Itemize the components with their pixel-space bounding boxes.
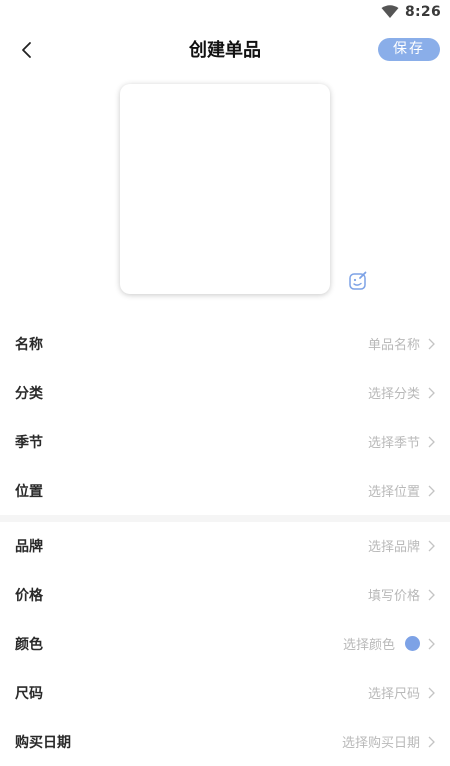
price-label: 价格	[15, 587, 43, 604]
chevron-right-icon	[428, 589, 435, 600]
season-label: 季节	[15, 434, 43, 451]
purchase-date-label: 购买日期	[15, 734, 71, 751]
chevron-right-icon	[428, 638, 435, 649]
chevron-right-icon	[428, 387, 435, 398]
top-nav-bar: 创建单品 保存	[0, 24, 450, 74]
category-label: 分类	[15, 385, 43, 402]
edit-image-icon[interactable]	[348, 271, 368, 291]
status-time: 8:26	[404, 4, 441, 20]
season-row[interactable]: 季节 选择季节	[0, 417, 450, 466]
wifi-icon	[381, 5, 399, 18]
item-image-placeholder[interactable]	[120, 84, 330, 294]
chevron-right-icon	[428, 687, 435, 698]
size-placeholder: 选择尺码	[367, 687, 420, 702]
chevron-right-icon	[428, 338, 435, 349]
status-bar: 8:26	[0, 0, 450, 24]
purchase-date-placeholder: 选择购买日期	[341, 736, 420, 751]
season-placeholder: 选择季节	[367, 436, 420, 451]
price-row[interactable]: 价格 填写价格	[0, 570, 450, 619]
color-label: 颜色	[15, 636, 43, 653]
brand-label: 品牌	[15, 538, 43, 555]
purchase-date-row[interactable]: 购买日期 选择购买日期	[0, 717, 450, 766]
price-placeholder: 填写价格	[367, 589, 420, 604]
category-placeholder: 选择分类	[367, 387, 420, 402]
chevron-right-icon	[428, 485, 435, 496]
size-label: 尺码	[15, 685, 43, 702]
location-label: 位置	[15, 483, 43, 500]
size-row[interactable]: 尺码 选择尺码	[0, 668, 450, 717]
color-row[interactable]: 颜色 选择颜色	[0, 619, 450, 668]
color-placeholder: 选择颜色	[342, 638, 395, 653]
brand-row[interactable]: 品牌 选择品牌	[0, 521, 450, 570]
chevron-right-icon	[428, 736, 435, 747]
name-placeholder: 单品名称	[367, 338, 420, 353]
location-row[interactable]: 位置 选择位置	[0, 466, 450, 515]
category-row[interactable]: 分类 选择分类	[0, 368, 450, 417]
location-placeholder: 选择位置	[367, 485, 420, 500]
name-row[interactable]: 名称 单品名称	[0, 319, 450, 368]
chevron-right-icon	[428, 540, 435, 551]
chevron-right-icon	[428, 436, 435, 447]
save-button[interactable]: 保存	[378, 38, 440, 61]
color-swatch	[405, 636, 420, 651]
brand-placeholder: 选择品牌	[367, 540, 420, 555]
name-label: 名称	[15, 336, 43, 353]
